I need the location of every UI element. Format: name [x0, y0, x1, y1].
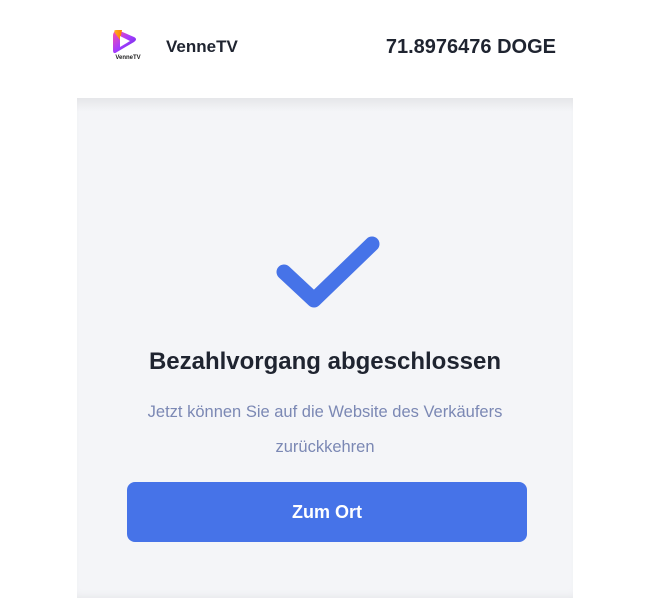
- return-to-merchant-button[interactable]: Zum Ort: [127, 482, 527, 542]
- status-title: Bezahlvorgang abgeschlossen: [148, 348, 502, 375]
- payment-amount: 71.8976476 DOGE: [385, 36, 556, 58]
- merchant-name: VenneTV: [166, 37, 238, 56]
- status-message: Jetzt können Sie auf die Website des Ver…: [147, 403, 503, 456]
- checkmark-icon: [276, 236, 380, 308]
- logo-caption: VenneTV: [115, 55, 141, 61]
- header: VenneTV VenneTV 71.8976476 DOGE: [0, 0, 650, 98]
- header-shadow: [77, 98, 573, 112]
